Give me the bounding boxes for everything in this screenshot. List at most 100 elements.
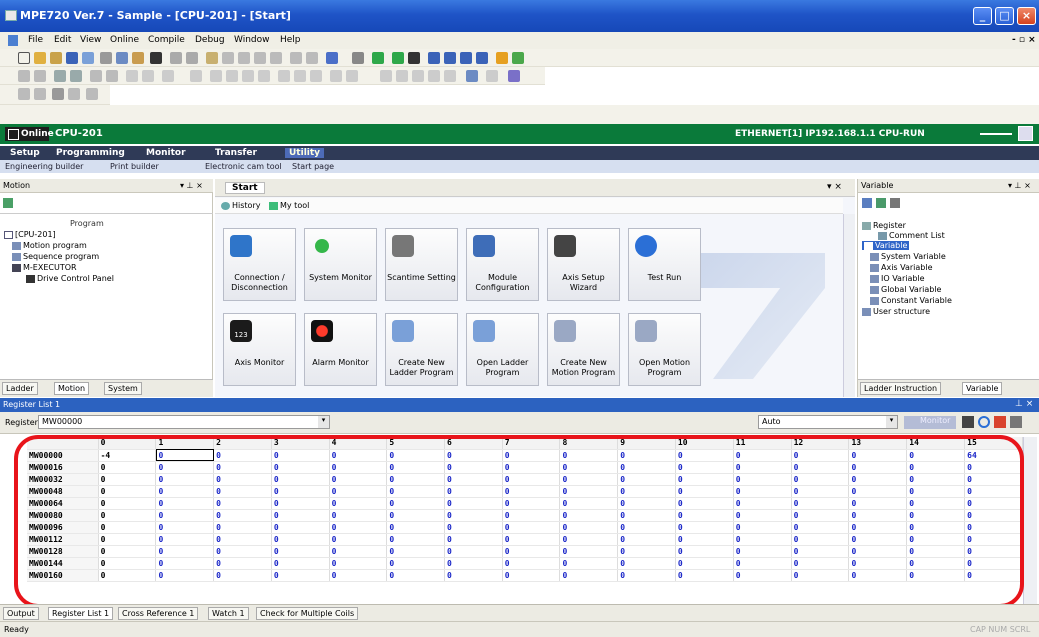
mdi-controls[interactable]: - ▫ × [1012,35,1036,45]
open-folder-icon[interactable] [50,52,62,64]
tab-ladder-instruction[interactable]: Ladder Instruction [860,382,942,395]
tile-system-monitor[interactable]: System Monitor [304,228,377,301]
connect-status-icon[interactable] [1018,126,1033,141]
tab-utility[interactable]: Utility [285,148,325,158]
tile-scantime-setting[interactable]: Scantime Setting [385,228,458,301]
tab-variable[interactable]: Variable [962,382,1003,395]
tab-output[interactable]: Output [3,607,39,620]
minimize-button[interactable]: _ [973,7,992,25]
subtab-electronic-cam-tool[interactable]: Electronic cam tool [205,162,282,171]
tab-watch[interactable]: Watch 1 [208,607,249,620]
tool-icon[interactable] [466,70,478,82]
new-icon[interactable] [18,52,30,64]
ladder-tool-icon[interactable] [346,70,358,82]
run-icon[interactable] [392,52,404,64]
mytool-link[interactable]: My tool [269,201,309,210]
ladder-tool-icon[interactable] [142,70,154,82]
tab-start[interactable]: Start [225,182,265,194]
replace-icon[interactable] [222,52,234,64]
program-tree-icon[interactable] [3,198,13,208]
tool-icon[interactable] [68,88,80,100]
ladder-tool-icon[interactable] [258,70,270,82]
tab-register-list[interactable]: Register List 1 [48,607,114,620]
tool-icon[interactable] [512,52,524,64]
filter-icon[interactable] [1010,416,1022,428]
tree-item-user-structure[interactable]: User structure [862,307,930,316]
tab-check-multiple-coils[interactable]: Check for Multiple Coils [256,607,359,620]
cut-icon[interactable] [100,52,112,64]
ladder-tool-icon[interactable] [294,70,306,82]
ladder-tool-icon[interactable] [90,70,102,82]
panel-pin-close[interactable]: ▾ ⊥ × [1008,181,1031,190]
menu-debug[interactable]: Debug [195,35,225,45]
menu-window[interactable]: Window [234,35,270,45]
tree-item-drive-control-panel[interactable]: Drive Control Panel [26,274,114,283]
tile-connection[interactable]: Connection / Disconnection [223,228,296,301]
transfer-icon[interactable] [428,52,440,64]
connect-icon[interactable] [372,52,384,64]
undo-icon[interactable] [170,52,182,64]
monitor-button[interactable]: Monitor [904,416,956,429]
ladder-tool-icon[interactable] [34,70,46,82]
tab-cross-reference[interactable]: Cross Reference 1 [118,607,199,620]
tab-monitor[interactable]: Monitor [146,148,186,158]
tile-open-motion[interactable]: Open Motion Program [628,313,701,386]
ladder-tool-icon[interactable] [242,70,254,82]
tree-item-cpu[interactable]: [CPU-201] [4,230,56,239]
ladder-tool-icon[interactable] [106,70,118,82]
panel-pin-close[interactable]: ▾ ⊥ × [180,181,203,190]
tool-icon[interactable] [18,88,30,100]
history-link[interactable]: History [221,201,260,210]
menu-help[interactable]: Help [280,35,301,45]
subtab-print-builder[interactable]: Print builder [110,162,159,171]
tree-item-m-executor[interactable]: M-EXECUTOR [12,263,77,272]
register-scrollbar[interactable] [1023,437,1037,604]
close-button[interactable]: × [1017,7,1036,25]
ladder-tool-icon[interactable] [310,70,322,82]
refresh-icon[interactable] [978,416,990,428]
tile-open-ladder[interactable]: Open Ladder Program [466,313,539,386]
tree-item-register[interactable]: Register [862,221,906,230]
ladder-tool-icon[interactable] [18,70,30,82]
copy-icon[interactable] [116,52,128,64]
maximize-button[interactable]: □ [995,7,1014,25]
tab-motion[interactable]: Motion [54,382,90,395]
tool-icon[interactable] [34,88,46,100]
compare-icon[interactable] [380,70,392,82]
tab-ladder[interactable]: Ladder [2,382,38,395]
save-icon[interactable] [66,52,78,64]
tree-item-axis-variable[interactable]: Axis Variable [870,263,933,272]
register-dropdown-arrow[interactable]: ▾ [318,416,329,428]
tab-programming[interactable]: Programming [56,148,125,158]
tree-item-program[interactable]: Program [70,219,104,228]
ladder-tool-icon[interactable] [70,70,82,82]
compare-icon[interactable] [444,70,456,82]
register-input[interactable]: MW00000 [38,415,330,429]
transfer-icon[interactable] [460,52,472,64]
subtab-start-page[interactable]: Start page [292,162,334,171]
save-all-icon[interactable] [82,52,94,64]
tile-alarm-monitor[interactable]: Alarm Monitor [304,313,377,386]
tree-item-system-variable[interactable]: System Variable [870,252,946,261]
tile-test-run[interactable]: Test Run [628,228,701,301]
tree-item-comment-list[interactable]: Comment List [878,231,945,240]
ladder-tool-icon[interactable] [190,70,202,82]
tree-item-sequence-program[interactable]: Sequence program [12,252,99,261]
stop-icon[interactable] [408,52,420,64]
ladder-tool-icon[interactable] [210,70,222,82]
paste-icon[interactable] [132,52,144,64]
mode-dropdown-arrow[interactable]: ▾ [886,416,897,428]
refresh-icon[interactable] [862,198,872,208]
tile-axis-monitor[interactable]: 123 Axis Monitor [223,313,296,386]
tool-icon[interactable] [496,52,508,64]
tab-system[interactable]: System [104,382,142,395]
start-scrollbar[interactable] [843,214,855,397]
tool-icon[interactable] [486,70,498,82]
tree-item-io-variable[interactable]: IO Variable [870,274,925,283]
tree-item-constant-variable[interactable]: Constant Variable [870,296,952,305]
menu-compile[interactable]: Compile [148,35,185,45]
find-icon[interactable] [206,52,218,64]
compare-icon[interactable] [396,70,408,82]
subtab-engineering-builder[interactable]: Engineering builder [5,162,83,171]
tree-item-variable[interactable]: Variable [862,241,910,250]
